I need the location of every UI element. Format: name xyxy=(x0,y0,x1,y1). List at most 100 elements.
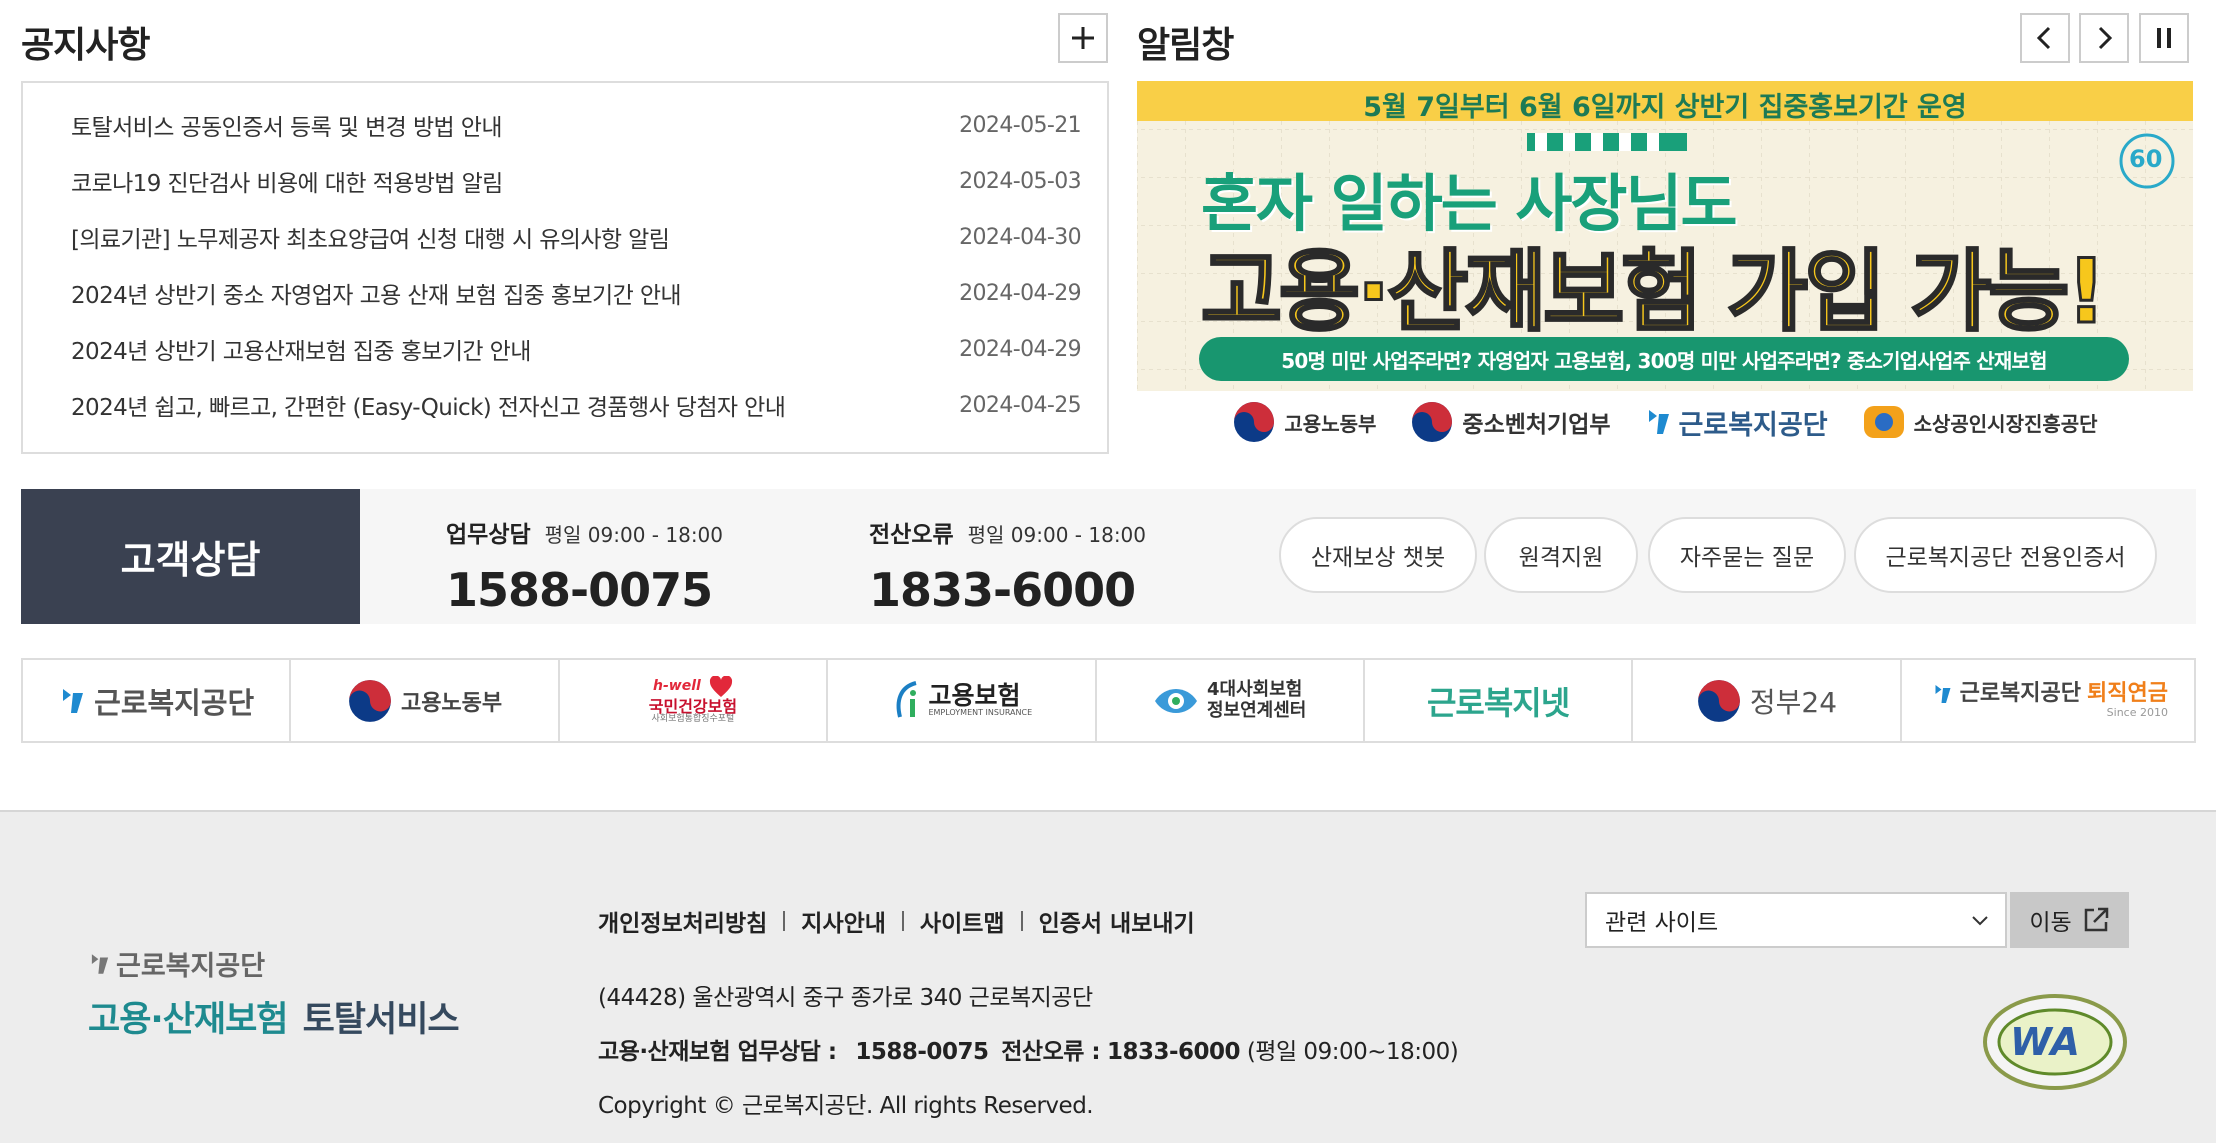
banner-subtext-pill: 50명 미만 사업주라면? 자영업자 고용보험, 300명 미만 사업주라면? … xyxy=(1199,337,2129,381)
customer-consult-label: 고객상담 xyxy=(21,489,360,624)
biz-consult-hours: 평일 09:00 - 18:00 xyxy=(544,523,724,547)
notice-item-date: 2024-05-21 xyxy=(959,112,1081,138)
cert-button[interactable]: 근로복지공단 전용인증서 xyxy=(1854,517,2157,593)
chevron-left-icon xyxy=(2036,26,2051,50)
notice-item[interactable]: 코로나19 진단검사 비용에 대한 적용방법 알림 2024-05-03 xyxy=(71,153,1082,209)
banner-org-label: 소상공인시장진흥공단 xyxy=(1913,411,2098,436)
logo-gov24[interactable]: 정부24 xyxy=(1633,660,1902,741)
notice-item-date: 2024-04-25 xyxy=(959,392,1081,418)
banner-pause-button[interactable] xyxy=(2139,13,2189,63)
logo-welfare-net[interactable]: 근로복지넷 xyxy=(1365,660,1634,741)
customer-consult-band: 고객상담 업무상담 평일 09:00 - 18:00 1588-0075 전산오류… xyxy=(21,489,2196,624)
notice-item[interactable]: 2024년 쉽고, 빠르고, 간편한 (Easy-Quick) 전자신고 경품행… xyxy=(71,377,1082,433)
logo-nhis[interactable]: h-well 국민건강보험 사회보험통합징수포털 xyxy=(560,660,829,741)
footer-link-sitemap[interactable]: 사이트맵 xyxy=(920,904,1005,938)
remote-support-button[interactable]: 원격지원 xyxy=(1484,517,1638,593)
logo-label: 정부24 xyxy=(1749,685,1838,719)
logo-4insure[interactable]: 4대사회보험 정보연계센터 xyxy=(1097,660,1365,741)
chevron-right-icon xyxy=(2098,26,2113,50)
go-button-label: 이동 xyxy=(2029,910,2072,936)
footer-link-divider xyxy=(783,911,786,931)
logo-ei[interactable]: 고용보험 EMPLOYMENT INSURANCE xyxy=(828,660,1097,741)
web-accessibility-mark: WA xyxy=(1980,982,2130,1092)
footer-logo-top: 근로복지공단 xyxy=(116,951,266,982)
notice-item-title[interactable]: 2024년 상반기 고용산재보험 집중 홍보기간 안내 xyxy=(71,332,531,366)
footer-address: (44428) 울산광역시 중구 종가로 340 근로복지공단 xyxy=(598,985,1093,1011)
notice-item-title[interactable]: 2024년 상반기 중소 자영업자 고용 산재 보험 집중 홍보기간 안내 xyxy=(71,276,682,310)
banner-top-text: 5월 7일부터 6월 6일까지 상반기 집중홍보기간 운영 xyxy=(1363,92,1967,123)
footer-logo-main: 고용·산재보험 xyxy=(88,1000,288,1040)
footer-phone-it-label: 전산오류 : xyxy=(1001,1039,1101,1065)
banner-org-mss: 중소벤처기업부 xyxy=(1410,400,1611,444)
footer: 근로복지공단 고용·산재보험 토탈서비스 개인정보처리방침 지사안내 사이트맵 … xyxy=(0,810,2216,1143)
faq-button[interactable]: 자주묻는 질문 xyxy=(1648,517,1846,593)
wa-badge-text: WA xyxy=(2010,1020,2080,1064)
comwel-logo-icon xyxy=(1648,410,1669,434)
partner-logo-strip: 근로복지공단 고용노동부 h-well 국민건강보험 사회보험통합징수포털 고용… xyxy=(21,658,2196,743)
banner-org-label: 근로복지공단 xyxy=(1678,409,1828,441)
alert-banner[interactable]: 5월 7일부터 6월 6일까지 상반기 집중홍보기간 운영 혼자 일하는 사장님… xyxy=(1137,81,2193,454)
chatbot-button[interactable]: 산재보상 챗봇 xyxy=(1279,517,1477,593)
notice-item-title[interactable]: 코로나19 진단검사 비용에 대한 적용방법 알림 xyxy=(71,164,503,198)
logo-label: 고용보험 xyxy=(928,681,1021,711)
banner-headline-2: 고용·산재보험 가입 가능! xyxy=(1199,239,2107,345)
semas-logo-icon xyxy=(1863,406,1904,438)
banner-badge: 60 xyxy=(2129,145,2163,173)
logo-label: 근로복지공단 xyxy=(1959,681,2082,707)
banner-org-row: 고용노동부 중소벤처기업부 근로복지공단 소상공인시장진흥공단 xyxy=(1137,399,2193,445)
it-consult-title: 전산오류 xyxy=(869,522,954,548)
logo-comwel[interactable]: 근로복지공단 xyxy=(23,660,292,741)
notice-item[interactable]: 2024년 상반기 고용산재보험 집중 홍보기간 안내 2024-04-29 xyxy=(71,321,1082,377)
footer-link-branches[interactable]: 지사안내 xyxy=(801,904,886,938)
banner-prev-button[interactable] xyxy=(2020,13,2070,63)
it-consult-number[interactable]: 1833-6000 xyxy=(869,563,1146,617)
comwel-logo-icon xyxy=(91,953,109,974)
notice-item-title[interactable]: 2024년 쉽고, 빠르고, 간편한 (Easy-Quick) 전자신고 경품행… xyxy=(71,388,786,422)
banner-org-label: 고용노동부 xyxy=(1284,411,1377,436)
related-site-select[interactable]: 관련 사이트 xyxy=(1585,892,2007,948)
notice-item[interactable]: 토탈서비스 공동인증서 등록 및 변경 방법 안내 2024-05-21 xyxy=(71,97,1082,153)
external-link-icon xyxy=(2084,907,2108,932)
related-site-go-button[interactable]: 이동 xyxy=(2010,892,2129,948)
banner-subtext: 50명 미만 사업주라면? 자영업자 고용보험, 300명 미만 사업주라면? … xyxy=(1281,348,2047,373)
comwel-logo-icon xyxy=(63,688,84,713)
footer-logo: 근로복지공단 고용·산재보험 토탈서비스 xyxy=(88,944,460,1042)
plus-icon xyxy=(1072,27,1094,49)
it-consult-hours: 평일 09:00 - 18:00 xyxy=(967,523,1147,547)
footer-link-cert-export[interactable]: 인증서 내보내기 xyxy=(1039,904,1195,938)
related-site-select-value: 관련 사이트 xyxy=(1605,910,1719,936)
footer-link-divider xyxy=(901,911,904,931)
logo-label: Since 2010 xyxy=(2106,705,2168,719)
ei-logo-icon xyxy=(897,680,918,717)
it-consult: 전산오류 평일 09:00 - 18:00 1833-6000 xyxy=(869,515,1146,617)
logo-label: 근로복지공단 xyxy=(94,685,255,720)
footer-phone-hours: (평일 09:00~18:00) xyxy=(1246,1039,1459,1065)
eye-logo-icon xyxy=(1155,688,1197,713)
notice-item[interactable]: 2024년 상반기 중소 자영업자 고용 산재 보험 집중 홍보기간 안내 20… xyxy=(71,265,1082,321)
logo-label: 퇴직연금 xyxy=(2087,681,2168,707)
heart-icon xyxy=(709,675,732,697)
footer-phone-it: 1833-6000 xyxy=(1106,1039,1241,1065)
notice-more-button[interactable] xyxy=(1058,13,1108,63)
logo-moel[interactable]: 고용노동부 xyxy=(291,660,560,741)
banner-org-moel: 고용노동부 xyxy=(1232,400,1376,444)
notice-item-title[interactable]: [의료기관] 노무제공자 최초요양급여 신청 대행 시 유의사항 알림 xyxy=(71,220,670,254)
notice-item-date: 2024-04-30 xyxy=(959,224,1081,250)
banner-next-button[interactable] xyxy=(2079,13,2129,63)
taegeuk-icon xyxy=(1234,402,1275,442)
footer-link-privacy[interactable]: 개인정보처리방침 xyxy=(598,904,767,938)
logo-label: 고용노동부 xyxy=(400,690,503,716)
logo-label: EMPLOYMENT INSURANCE xyxy=(928,708,1033,718)
pause-icon xyxy=(2157,28,2171,48)
logo-label: 국민건강보험 xyxy=(648,696,738,716)
logo-label: 정보연계센터 xyxy=(1207,699,1307,721)
footer-phone-label: 고용·산재보험 업무상담 : xyxy=(598,1039,837,1065)
notice-title: 공지사항 xyxy=(21,25,150,66)
logo-pension[interactable]: 근로복지공단 퇴직연금 Since 2010 xyxy=(1902,660,2194,741)
logo-label: 근로복지넷 xyxy=(1426,683,1570,722)
banner-org-comwel: 근로복지공단 xyxy=(1645,403,1828,442)
alert-title: 알림창 xyxy=(1137,25,1234,66)
notice-item[interactable]: [의료기관] 노무제공자 최초요양급여 신청 대행 시 유의사항 알림 2024… xyxy=(71,209,1082,265)
biz-consult-number[interactable]: 1588-0075 xyxy=(446,563,723,617)
notice-item-title[interactable]: 토탈서비스 공동인증서 등록 및 변경 방법 안내 xyxy=(71,108,503,142)
